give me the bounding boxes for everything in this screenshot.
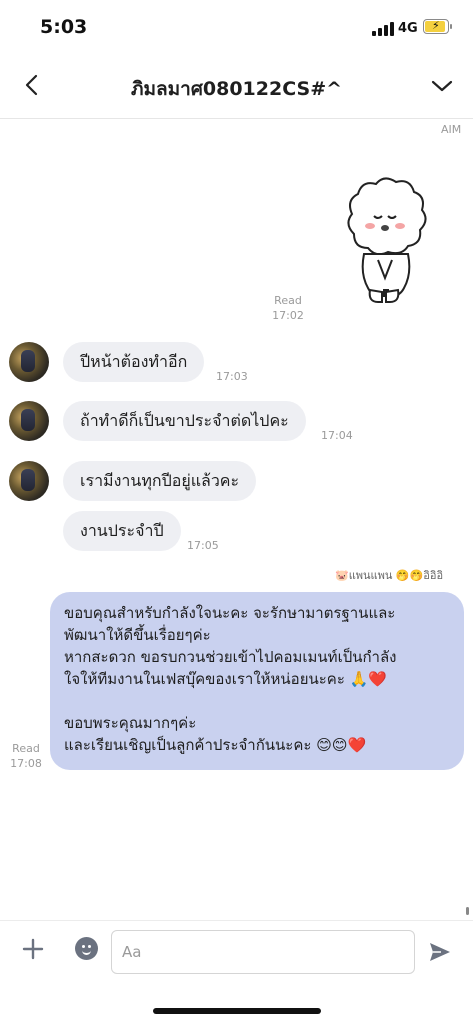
status-time: 5:03: [40, 16, 88, 38]
scrollbar[interactable]: [466, 907, 469, 915]
home-indicator[interactable]: [153, 1008, 321, 1014]
avatar[interactable]: [9, 401, 49, 441]
incoming-message[interactable]: ถ้าทำดีก็เป็นขาประจำต่ดไปคะ: [63, 401, 306, 441]
message-line: พัฒนาให้ดีขึ้นเรื่อยๆค่ะ: [64, 626, 211, 644]
avatar[interactable]: [9, 461, 49, 501]
sheep-sticker[interactable]: [336, 172, 432, 312]
avatar[interactable]: [9, 342, 49, 382]
add-attachment-button[interactable]: [22, 938, 44, 960]
message-line: [64, 690, 450, 712]
read-status: Read: [12, 742, 40, 755]
header-divider: [0, 118, 473, 119]
plus-icon: [22, 938, 44, 960]
message-time: 17:03: [216, 370, 248, 383]
message-line: และเรียนเชิญเป็นลูกค้าประจำกันนะคะ 😊😊❤️: [64, 736, 367, 754]
incoming-message[interactable]: เรามีงานทุกปีอยู่แล้วคะ: [63, 461, 257, 501]
sticker-read-receipt: Read 17:02: [266, 293, 310, 323]
read-status: Read: [274, 294, 302, 307]
read-time: 17:02: [272, 309, 304, 322]
outgoing-message[interactable]: ขอบคุณสำหรับกำลังใจนะคะ จะรักษามาตรฐานแล…: [50, 592, 464, 770]
incoming-message[interactable]: ปีหน้าต้องทำอีก: [63, 342, 205, 382]
incoming-message[interactable]: งานประจำปี: [63, 511, 181, 551]
message-time: 17:05: [187, 539, 219, 552]
emoji-button[interactable]: [75, 937, 98, 960]
signal-icon: [372, 22, 394, 36]
read-time: 17:08: [10, 757, 42, 770]
message-line: ขอบพระคุณมากๆค่ะ: [64, 714, 197, 732]
battery-icon: ⚡: [423, 19, 452, 34]
send-button[interactable]: [428, 941, 452, 963]
network-type: 4G: [398, 21, 418, 36]
outgoing-read-receipt: Read 17:08: [4, 741, 48, 771]
chevron-down-icon: [431, 80, 453, 92]
message-input[interactable]: Aa: [111, 930, 415, 974]
sender-label: AIM: [441, 123, 462, 136]
reply-reference[interactable]: 🐷แพนแพน 🤭🤭อิอิอิ: [335, 566, 443, 584]
menu-toggle-button[interactable]: [430, 76, 454, 96]
message-line: หากสะดวก ขอรบกวนช่วยเข้าไปคอมเมนท์เป็นกำ…: [64, 648, 397, 666]
message-line: ใจให้ทีมงานในเฟสบุ๊คของเราให้หน่อยนะคะ 🙏…: [64, 670, 388, 688]
send-icon: [430, 943, 450, 961]
message-time: 17:04: [321, 429, 353, 442]
sheep-sticker-image: [347, 177, 427, 303]
chat-title[interactable]: ภิมลมาศ080122CS#^: [0, 74, 473, 104]
message-line: ขอบคุณสำหรับกำลังใจนะคะ จะรักษามาตรฐานแล…: [64, 604, 396, 622]
